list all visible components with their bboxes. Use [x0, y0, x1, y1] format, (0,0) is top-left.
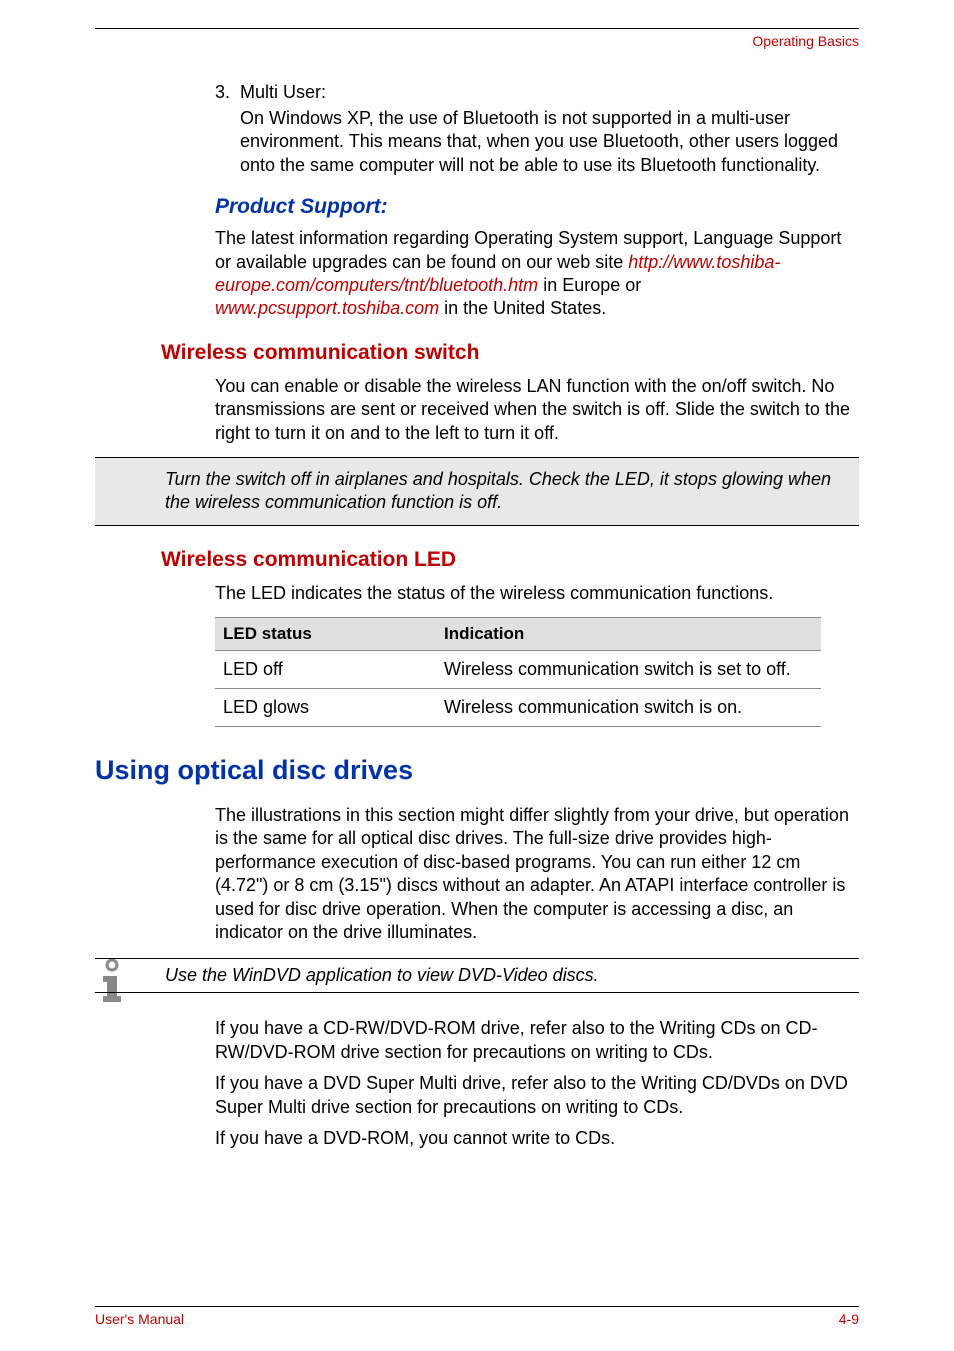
wireless-led-heading: Wireless communication LED	[161, 548, 859, 572]
ps-mid: in Europe or	[538, 275, 641, 295]
warning-box: Turn the switch off in airplanes and hos…	[95, 457, 859, 526]
warning-text: Turn the switch off in airplanes and hos…	[165, 468, 853, 515]
list-item-body: On Windows XP, the use of Bluetooth is n…	[240, 107, 859, 177]
cell-indication: Wireless communication switch is set to …	[444, 659, 817, 680]
col-led-status: LED status	[219, 624, 444, 644]
page-footer: User's Manual 4-9	[95, 1306, 859, 1327]
page-header: Operating Basics	[95, 28, 859, 49]
ps-link-us[interactable]: www.pcsupport.toshiba.com	[215, 298, 439, 318]
note-callout: Use the WinDVD application to view DVD-V…	[95, 958, 859, 1009]
section-title: Operating Basics	[752, 33, 859, 49]
col-indication: Indication	[444, 624, 817, 644]
product-support-heading: Product Support:	[215, 195, 859, 219]
led-status-table: LED status Indication LED off Wireless c…	[215, 617, 821, 727]
footer-page-number: 4-9	[839, 1311, 859, 1327]
optical-drives-heading: Using optical disc drives	[95, 755, 859, 786]
cell-led-status: LED glows	[219, 697, 444, 718]
note-followup-3: If you have a DVD-ROM, you cannot write …	[215, 1127, 853, 1150]
page-content: 3. Multi User: On Windows XP, the use of…	[95, 82, 859, 1150]
cell-led-status: LED off	[219, 659, 444, 680]
table-row: LED off Wireless communication switch is…	[215, 651, 821, 689]
optical-drives-body: The illustrations in this section might …	[215, 804, 853, 944]
wireless-led-body: The LED indicates the status of the wire…	[215, 582, 853, 605]
list-item-label: Multi User:	[240, 82, 859, 103]
table-header-row: LED status Indication	[215, 617, 821, 651]
wireless-switch-body: You can enable or disable the wireless L…	[215, 375, 853, 445]
cell-indication: Wireless communication switch is on.	[444, 697, 817, 718]
product-support-body: The latest information regarding Operati…	[215, 227, 853, 321]
wireless-switch-heading: Wireless communication switch	[161, 341, 859, 365]
ps-tail: in the United States.	[439, 298, 606, 318]
list-number: 3.	[215, 82, 230, 103]
note-text: Use the WinDVD application to view DVD-V…	[165, 965, 853, 986]
warning-callout: Turn the switch off in airplanes and hos…	[95, 457, 859, 526]
note-box: Use the WinDVD application to view DVD-V…	[95, 958, 859, 993]
table-row: LED glows Wireless communication switch …	[215, 689, 821, 727]
footer-manual: User's Manual	[95, 1311, 184, 1327]
note-followup-2: If you have a DVD Super Multi drive, ref…	[215, 1072, 853, 1119]
note-followup-1: If you have a CD-RW/DVD-ROM drive, refer…	[215, 1017, 853, 1064]
